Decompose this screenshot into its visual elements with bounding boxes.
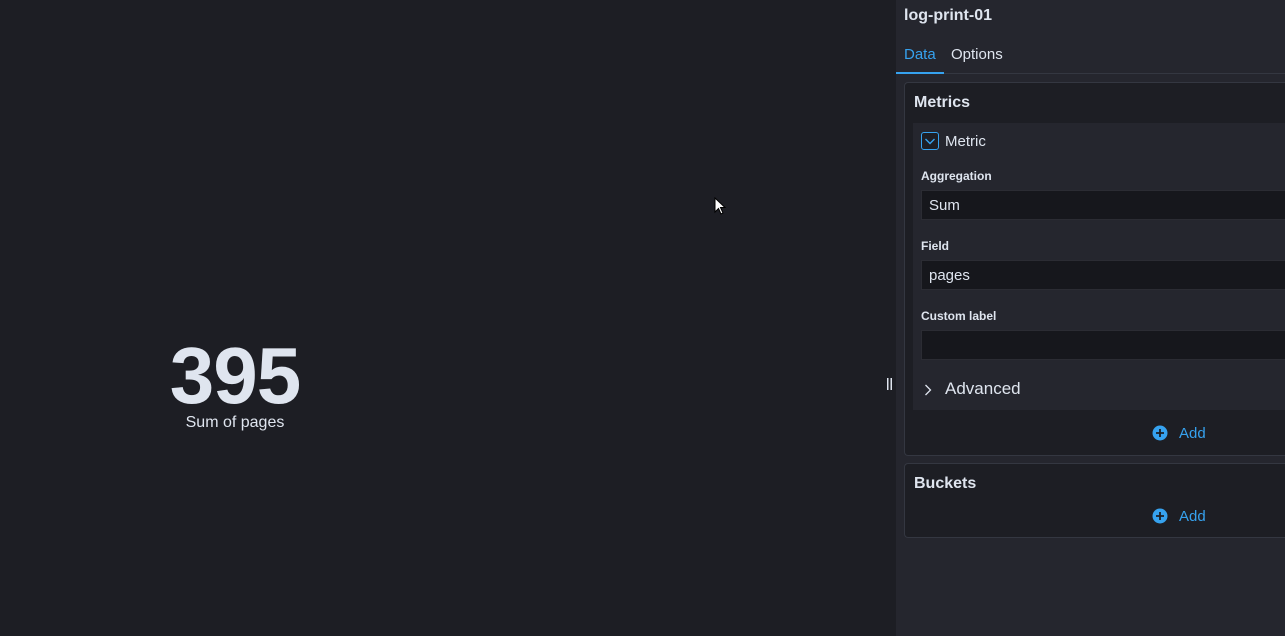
add-metric-label: Add: [1179, 425, 1206, 442]
metric-aggregation-item: Metric Aggregation Sum Field pages Custo…: [913, 123, 1285, 410]
chevron-right-icon: [925, 384, 932, 396]
plus-circle-icon: [1152, 508, 1168, 524]
aggregation-label: Aggregation: [921, 169, 992, 183]
custom-label-input[interactable]: [921, 330, 1285, 360]
metrics-panel: Metrics Metric Aggregation Sum Field pag…: [904, 82, 1285, 456]
plus-circle-icon: [1152, 425, 1168, 441]
app-root: 395 Sum of pages log-print-01 Data Optio…: [0, 0, 1285, 636]
buckets-panel: Buckets Add: [904, 463, 1285, 538]
metric-display: 395 Sum of pages: [150, 336, 320, 432]
metric-value: 395: [169, 331, 301, 420]
field-select[interactable]: pages: [921, 260, 1285, 290]
collapse-toggle-button[interactable]: [921, 132, 939, 150]
tab-options[interactable]: Options: [943, 46, 1011, 73]
sidebar-title: log-print-01: [904, 7, 992, 24]
buckets-title: Buckets: [914, 475, 977, 492]
aggregation-select[interactable]: Sum: [921, 190, 1285, 220]
resize-handle-icon[interactable]: [886, 377, 894, 391]
field-label: Field: [921, 239, 950, 253]
metrics-title: Metrics: [914, 94, 971, 111]
chevron-down-icon: [925, 138, 935, 145]
advanced-label: Advanced: [945, 379, 1021, 398]
mouse-pointer-icon: [714, 197, 727, 215]
aggregation-item-name: Metric: [945, 133, 986, 150]
custom-label-label: Custom label: [921, 309, 997, 323]
add-bucket-label: Add: [1179, 508, 1206, 525]
tab-data[interactable]: Data: [896, 46, 944, 74]
editor-sidebar: log-print-01 Data Options Metrics Metric…: [896, 0, 1285, 636]
visualization-area: 395 Sum of pages: [0, 0, 896, 636]
sidebar-tabs: Data Options: [896, 40, 1285, 74]
